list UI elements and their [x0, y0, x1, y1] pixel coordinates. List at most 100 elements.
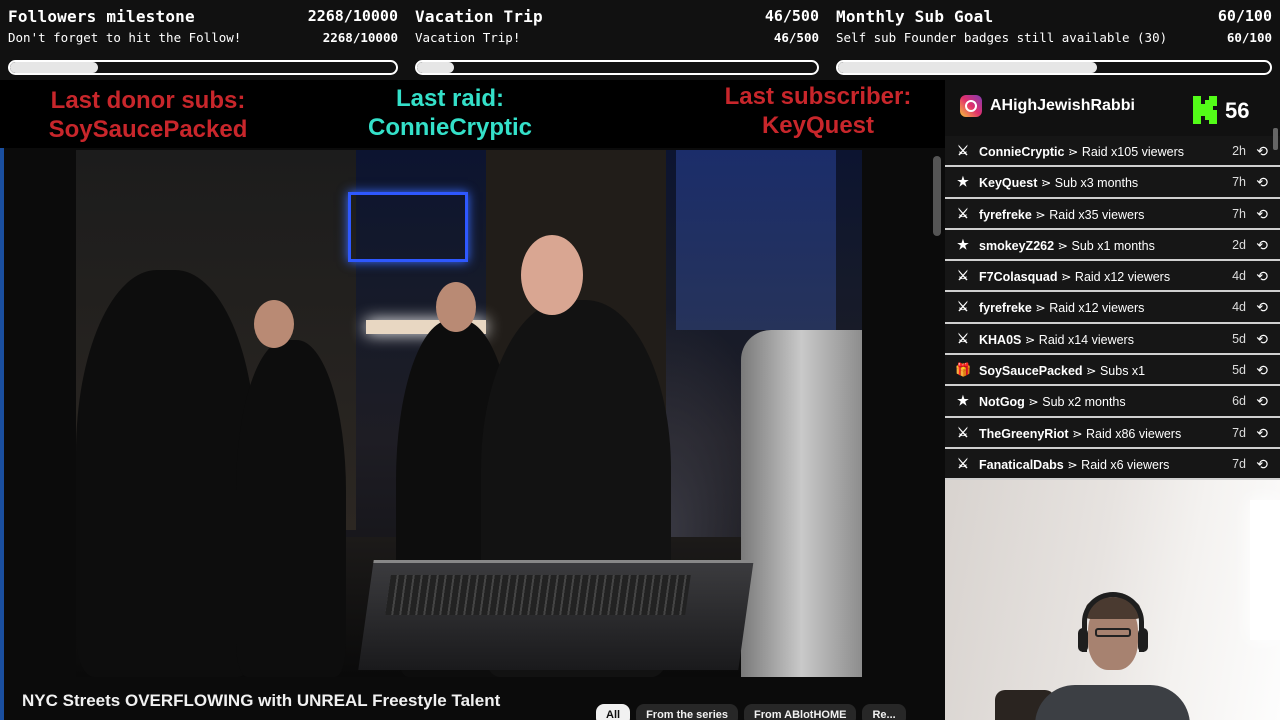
last-subscriber-label: Last subscriber: — [724, 83, 912, 110]
feed-action: ⋗ Sub x2 months — [1024, 395, 1126, 410]
goal-subtitle: Vacation Trip! — [415, 30, 521, 45]
keyboard — [385, 575, 691, 615]
feed-time: 4d — [1232, 269, 1246, 284]
feed-row[interactable]: 🎁 SoySaucePacked ⋗ Subs x1 5d ⟲ — [945, 355, 1280, 387]
feed-user: smokeyZ262 — [979, 238, 1055, 253]
replay-icon[interactable]: ⟲ — [1256, 393, 1268, 410]
sub-goal: Monthly Sub Goal 60/100 Self sub Founder… — [828, 0, 1272, 80]
person-coat — [741, 330, 862, 677]
replay-icon[interactable]: ⟲ — [1256, 143, 1268, 160]
person-silhouette — [76, 270, 256, 677]
feed-row[interactable]: ⚔ fyrefreke ⋗ Raid x12 viewers 4d ⟲ — [945, 292, 1280, 324]
feed-time: 5d — [1232, 331, 1246, 346]
replay-icon[interactable]: ⟲ — [1256, 362, 1268, 379]
vacation-goal: Vacation Trip 46/500 Vacation Trip! 46/5… — [407, 0, 819, 80]
replay-icon[interactable]: ⟲ — [1256, 425, 1268, 442]
feed-user: KHA0S — [979, 332, 1022, 347]
window-light — [1250, 500, 1280, 640]
replay-icon[interactable]: ⟲ — [1256, 206, 1268, 223]
replay-icon[interactable]: ⟲ — [1256, 237, 1268, 254]
feed-row[interactable]: ⚔ ConnieCryptic ⋗ Raid x105 viewers 2h ⟲ — [945, 136, 1280, 168]
feed-row[interactable]: ⚔ FanaticalDabs ⋗ Raid x6 viewers 7d ⟲ — [945, 448, 1280, 481]
webcam-feed — [945, 480, 1280, 720]
video-player[interactable]: NYC Streets OVERFLOWING with UNREAL Free… — [0, 148, 945, 720]
feed-user: fyrefreke — [979, 301, 1032, 316]
raid-icon: ⚔ — [957, 268, 969, 284]
feed-action: ⋗ Raid x14 viewers — [1021, 332, 1134, 347]
replay-icon[interactable]: ⟲ — [1256, 456, 1268, 473]
chip-from-series[interactable]: From the series — [636, 704, 738, 720]
instagram-icon — [960, 95, 982, 117]
feed-time: 7d — [1232, 425, 1246, 440]
feed-text: ConnieCryptic ⋗ Raid x105 viewers — [979, 144, 1184, 159]
feed-text: smokeyZ262 ⋗ Sub x1 months — [979, 238, 1155, 253]
chip-all[interactable]: All — [596, 704, 631, 720]
feed-row[interactable]: ★ smokeyZ262 ⋗ Sub x1 months 2d ⟲ — [945, 229, 1280, 262]
person-head — [436, 282, 476, 332]
star-icon: ★ — [957, 174, 969, 190]
feed-action: ⋗ Sub x3 months — [1037, 176, 1139, 191]
goal-progress-fill — [417, 62, 454, 73]
instagram-handle: AHighJewishRabbi — [990, 97, 1135, 114]
video-frame[interactable] — [76, 150, 862, 677]
star-icon: ★ — [957, 393, 969, 409]
goal-count: 60/100 — [1217, 7, 1272, 25]
goal-subtitle: Self sub Founder badges still available … — [836, 30, 1168, 45]
kick-icon — [1193, 96, 1217, 124]
feed-time: 7h — [1232, 206, 1246, 221]
feed-action: ⋗ Subs x1 — [1082, 364, 1146, 379]
star-icon: ★ — [957, 236, 969, 252]
last-donor-label: Last donor subs: — [50, 87, 246, 114]
feed-time: 7d — [1232, 456, 1246, 471]
feed-row[interactable]: ⚔ F7Colasquad ⋗ Raid x12 viewers 4d ⟲ — [945, 261, 1280, 293]
raid-icon: ⚔ — [957, 205, 969, 221]
replay-icon[interactable]: ⟲ — [1256, 174, 1268, 191]
replay-icon[interactable]: ⟲ — [1256, 299, 1268, 316]
raid-icon: ⚔ — [957, 299, 969, 315]
feed-row[interactable]: ⚔ TheGreenyRiot ⋗ Raid x86 viewers 7d ⟲ — [945, 417, 1280, 449]
page-scrollbar[interactable] — [933, 156, 941, 236]
replay-icon[interactable]: ⟲ — [1256, 268, 1268, 285]
goal-count: 46/500 — [764, 7, 819, 25]
raid-icon: ⚔ — [957, 424, 969, 440]
last-donor-alert: Last donor subs: SoySaucePacked — [28, 86, 268, 144]
feed-text: NotGog ⋗ Sub x2 months — [979, 394, 1126, 409]
last-subscriber-alert: Last subscriber: KeyQuest — [700, 82, 936, 140]
chip-from-channel[interactable]: From ABlotHOME — [743, 704, 857, 720]
goal-progress-fill — [838, 62, 1098, 73]
feed-time: 6d — [1232, 394, 1246, 409]
goal-progress-bar — [8, 60, 398, 75]
goal-subtitle: Don't forget to hit the Follow! — [8, 30, 242, 45]
event-feed: ⚔ ConnieCryptic ⋗ Raid x105 viewers 2h ⟲ ★ Ke… — [945, 136, 1280, 481]
streamer-body — [1035, 685, 1190, 720]
feed-scrollbar[interactable] — [1273, 128, 1278, 150]
feed-text: KeyQuest ⋗ Sub x3 months — [979, 175, 1138, 190]
feed-action: ⋗ Raid x105 viewers — [1064, 145, 1184, 159]
goal-title: Followers milestone — [8, 7, 195, 26]
feed-row[interactable]: ⚔ fyrefreke ⋗ Raid x35 viewers 7h ⟲ — [945, 198, 1280, 230]
feed-user: SoySaucePacked — [979, 364, 1083, 379]
feed-text: KHA0S ⋗ Raid x14 viewers — [979, 332, 1134, 347]
feed-time: 7h — [1232, 175, 1246, 190]
replay-icon[interactable]: ⟲ — [1256, 331, 1268, 348]
headphone-ear — [1138, 628, 1148, 652]
goal-count-small: 2268/10000 — [322, 30, 398, 45]
feed-user: NotGog — [979, 395, 1025, 410]
person-silhouette — [236, 340, 346, 677]
feed-row[interactable]: ★ NotGog ⋗ Sub x2 months 6d ⟲ — [945, 386, 1280, 418]
feed-action: ⋗ Raid x12 viewers — [1031, 301, 1145, 316]
feed-user: KeyQuest — [979, 176, 1038, 191]
goal-title: Vacation Trip — [415, 7, 543, 26]
feed-action: ⋗ Sub x1 months — [1054, 238, 1155, 253]
goal-bar-strip: Followers milestone 2268/10000 Don't for… — [0, 0, 1280, 80]
neon-sign — [348, 192, 468, 262]
feed-row[interactable]: ★ KeyQuest ⋗ Sub x3 months 7h ⟲ — [945, 167, 1280, 199]
last-raid-value: ConnieCryptic — [367, 114, 532, 141]
chip-related[interactable]: Re... — [862, 704, 906, 720]
followers-goal: Followers milestone 2268/10000 Don't for… — [0, 0, 398, 80]
feed-row[interactable]: ⚔ KHA0S ⋗ Raid x14 viewers 5d ⟲ — [945, 323, 1280, 356]
video-title[interactable]: NYC Streets OVERFLOWING with UNREAL Free… — [22, 691, 500, 711]
feed-user: TheGreenyRiot — [979, 426, 1069, 441]
last-donor-value: SoySaucePacked — [48, 116, 248, 143]
night-sky — [676, 150, 836, 330]
